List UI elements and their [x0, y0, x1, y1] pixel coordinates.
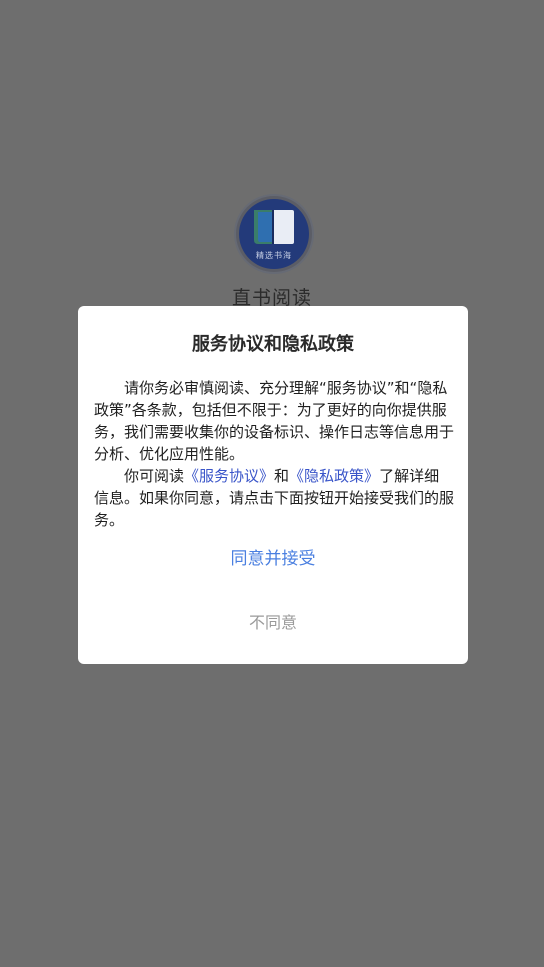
privacy-policy-link[interactable]: 《隐私政策》 [289, 467, 379, 485]
privacy-dialog: 服务协议和隐私政策 请你务必审慎阅读、充分理解“服务协议”和“隐私政策”各条款，… [78, 306, 468, 664]
app-logo-text: 精选书海 [256, 251, 292, 260]
paragraph-2-prefix: 你可阅读 [124, 467, 185, 485]
disagree-button[interactable]: 不同意 [173, 606, 373, 640]
dialog-title: 服务协议和隐私政策 [192, 334, 354, 355]
dialog-body: 请你务必审慎阅读、充分理解“服务协议”和“隐私政策”各条款，包括但不限于：为了更… [94, 377, 454, 531]
agree-button[interactable]: 同意并接受 [173, 542, 373, 576]
service-agreement-link[interactable]: 《服务协议》 [184, 467, 274, 485]
book-logo-icon [254, 210, 294, 244]
dialog-paragraph-2: 你可阅读《服务协议》和《隐私政策》了解详细信息。如果你同意，请点击下面按钮开始接… [94, 465, 454, 531]
app-logo: 精选书海 [236, 196, 312, 272]
dialog-paragraph-1: 请你务必审慎阅读、充分理解“服务协议”和“隐私政策”各条款，包括但不限于：为了更… [94, 379, 455, 463]
and-text: 和 [274, 467, 290, 485]
